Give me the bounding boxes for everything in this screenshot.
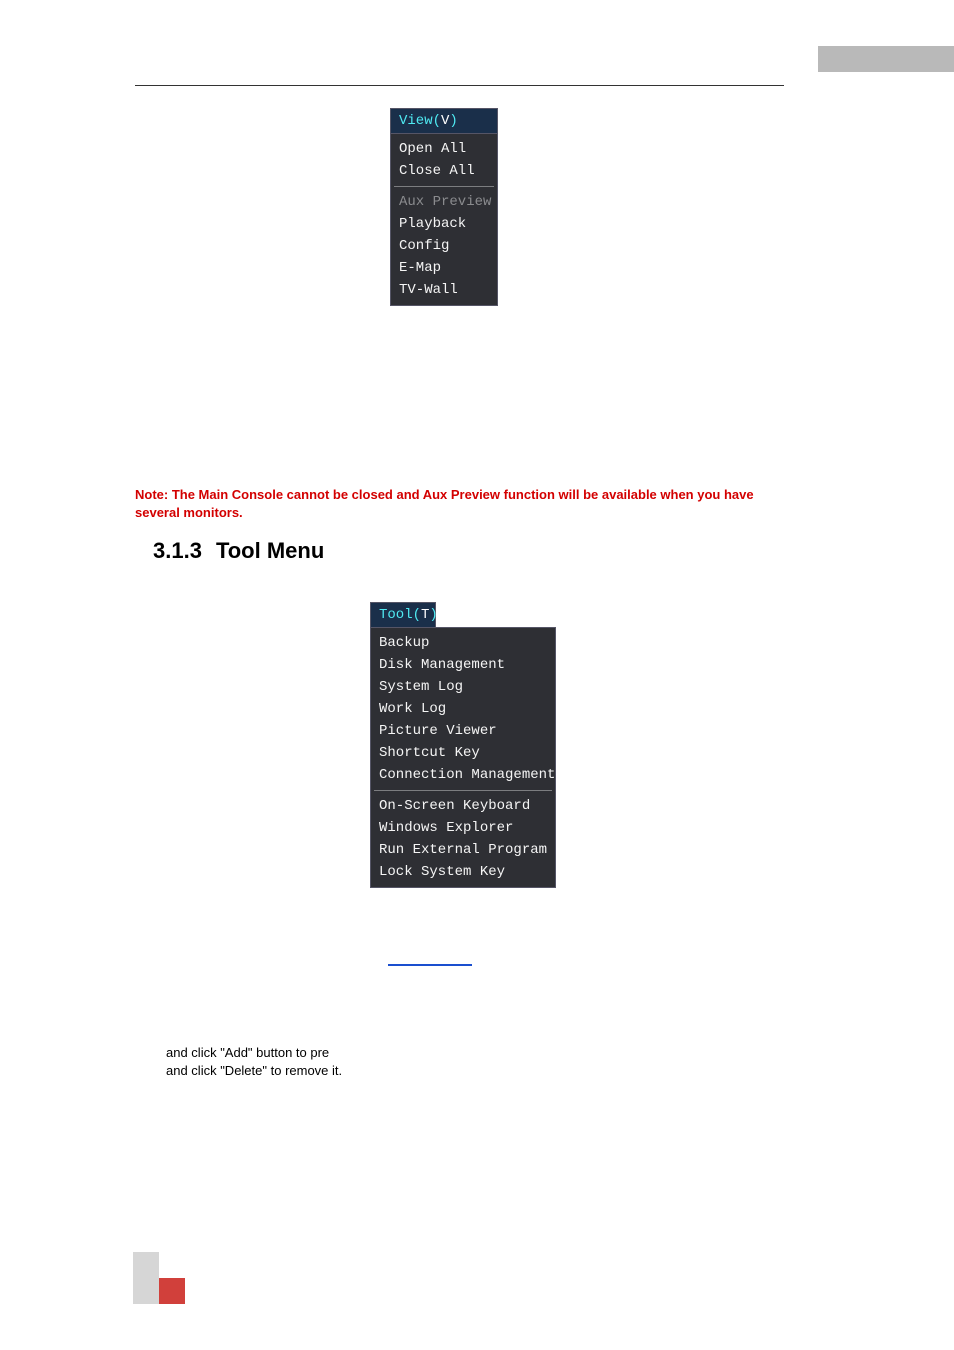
header-accent-block <box>818 46 954 72</box>
tool-menu-title-suffix: ) <box>429 607 437 623</box>
body-paragraph-line-1: and click "Add" button to pre <box>166 1044 784 1062</box>
menu-item-aux-preview: Aux Preview <box>391 191 497 213</box>
view-menu-title-prefix: View( <box>399 113 441 129</box>
tool-menu-group-2: On-Screen Keyboard Windows Explorer Run … <box>371 791 555 887</box>
body-paragraph-line-2: and click "Delete" to remove it. <box>166 1062 784 1080</box>
menu-item-lock-system-key[interactable]: Lock System Key <box>371 861 555 883</box>
logo-square-gray-top <box>133 1252 159 1278</box>
logo-square-red <box>159 1278 185 1304</box>
menu-item-tvwall[interactable]: TV-Wall <box>391 279 497 301</box>
menu-item-run-external[interactable]: Run External Program <box>371 839 555 861</box>
menu-item-backup[interactable]: Backup <box>371 632 555 654</box>
section-heading-number: 3.1.3 <box>153 538 202 563</box>
view-menu-group-2: Aux Preview Playback Config E-Map TV-Wal… <box>391 187 497 305</box>
menu-item-emap[interactable]: E-Map <box>391 257 497 279</box>
view-menu-title[interactable]: View(V) <box>390 108 498 134</box>
menu-item-close-all[interactable]: Close All <box>391 160 497 182</box>
section-heading: 3.1.3 Tool Menu <box>153 538 324 564</box>
tool-menu-title-prefix: Tool( <box>379 607 421 623</box>
tool-menu-title[interactable]: Tool(T) <box>370 602 436 628</box>
document-page: View(V) Open All Close All Aux Preview P… <box>0 0 954 1350</box>
link-underline-fragment <box>388 964 472 966</box>
menu-item-picture-viewer[interactable]: Picture Viewer <box>371 720 555 742</box>
section-heading-title: Tool Menu <box>216 538 324 563</box>
menu-item-shortcut-key[interactable]: Shortcut Key <box>371 742 555 764</box>
menu-item-windows-explorer[interactable]: Windows Explorer <box>371 817 555 839</box>
menu-item-disk-management[interactable]: Disk Management <box>371 654 555 676</box>
view-menu-title-suffix: ) <box>449 113 457 129</box>
menu-item-config[interactable]: Config <box>391 235 497 257</box>
view-menu-body: Open All Close All Aux Preview Playback … <box>390 134 498 306</box>
menu-item-work-log[interactable]: Work Log <box>371 698 555 720</box>
menu-item-system-log[interactable]: System Log <box>371 676 555 698</box>
view-menu-figure: View(V) Open All Close All Aux Preview P… <box>390 108 498 306</box>
menu-item-onscreen-keyboard[interactable]: On-Screen Keyboard <box>371 795 555 817</box>
tool-menu-group-1: Backup Disk Management System Log Work L… <box>371 628 555 790</box>
view-menu-group-1: Open All Close All <box>391 134 497 186</box>
menu-item-playback[interactable]: Playback <box>391 213 497 235</box>
tool-menu-body: Backup Disk Management System Log Work L… <box>370 627 556 888</box>
header-rule <box>135 85 784 86</box>
logo-square-gray-bottom <box>133 1278 159 1304</box>
note-text: Note: The Main Console cannot be closed … <box>135 486 784 521</box>
tool-menu-figure: Tool(T) Backup Disk Management System Lo… <box>370 602 556 888</box>
menu-item-connection-management[interactable]: Connection Management <box>371 764 555 786</box>
menu-item-open-all[interactable]: Open All <box>391 138 497 160</box>
